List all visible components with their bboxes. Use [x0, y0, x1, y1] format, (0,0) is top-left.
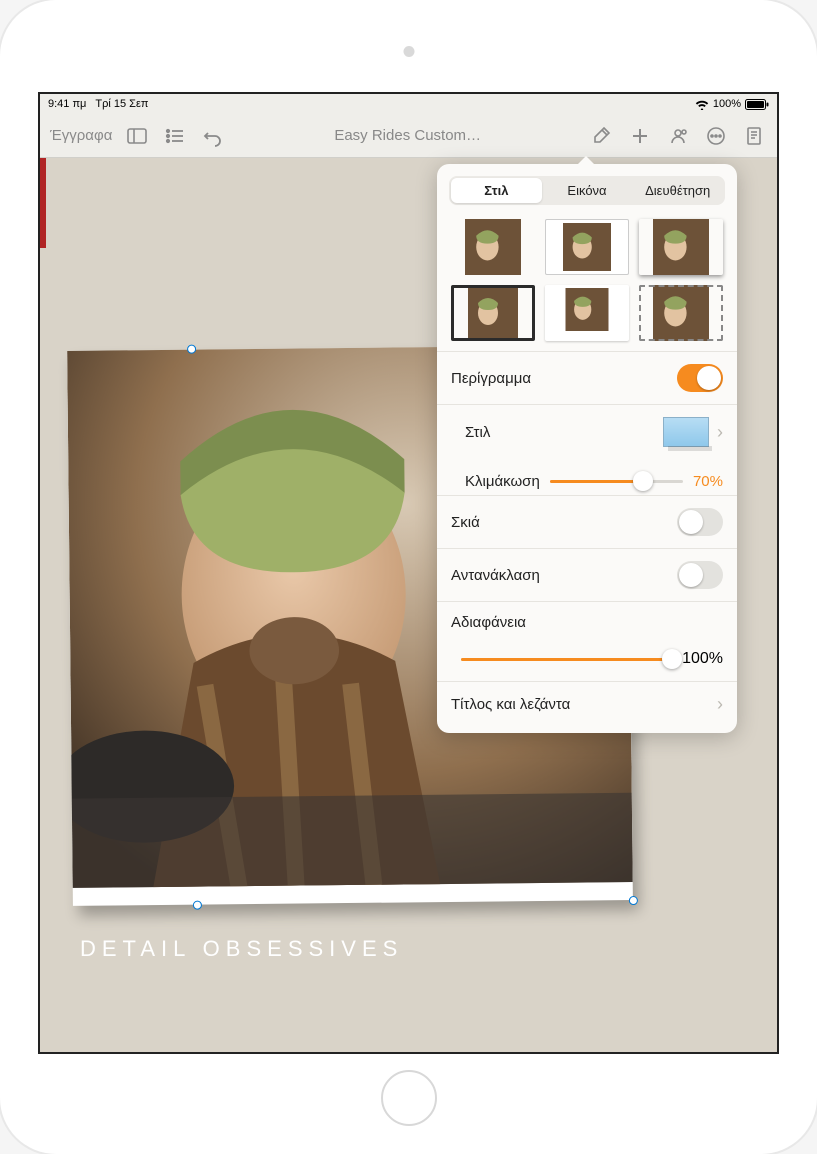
selection-handle-bottom-right[interactable] [629, 896, 638, 905]
style-presets-grid [437, 215, 737, 351]
scale-label: Κλιμάκωση [465, 473, 540, 490]
style-preset-1[interactable] [451, 219, 535, 275]
selection-handle-bottom[interactable] [193, 901, 202, 910]
status-date: Τρί 15 Σεπ [95, 98, 148, 110]
screen: 9:41 πμ Τρί 15 Σεπ 100% Έγγραφα [38, 92, 779, 1054]
status-bar: 9:41 πμ Τρί 15 Σεπ 100% [40, 94, 777, 114]
wifi-icon [695, 99, 709, 110]
chevron-right-icon: › [717, 422, 723, 443]
reflection-label: Αντανάκλαση [451, 567, 540, 584]
opacity-row: 100% [437, 643, 737, 681]
chevron-right-icon: › [717, 694, 723, 715]
tab-arrange[interactable]: Διευθέτηση [632, 178, 723, 203]
tab-image[interactable]: Εικόνα [542, 178, 633, 203]
document-title[interactable]: Easy Rides Custom… [238, 127, 577, 144]
status-battery-pct: 100% [713, 98, 741, 110]
scale-row: Κλιμάκωση 70% [437, 459, 737, 495]
undo-icon[interactable] [200, 123, 226, 149]
style-preset-2[interactable] [545, 219, 629, 275]
home-button[interactable] [381, 1070, 437, 1126]
style-preset-4[interactable] [451, 285, 535, 341]
red-accent-bar [40, 158, 46, 248]
opacity-label: Αδιαφάνεια [451, 614, 526, 631]
scale-value[interactable]: 70% [693, 473, 723, 490]
caption-text: DETAIL OBSESSIVES [70, 918, 630, 980]
title-caption-label: Τίτλος και λεζάντα [451, 696, 570, 713]
more-icon[interactable] [703, 123, 729, 149]
battery-icon [745, 99, 769, 110]
shadow-toggle[interactable] [677, 508, 723, 536]
tab-style[interactable]: Στιλ [451, 178, 542, 203]
ipad-device-frame: 9:41 πμ Τρί 15 Σεπ 100% Έγγραφα [0, 0, 817, 1154]
documents-back-button[interactable]: Έγγραφα [50, 127, 112, 144]
scale-slider[interactable] [550, 471, 683, 491]
opacity-slider[interactable] [461, 649, 672, 669]
sidebar-toggle-icon[interactable] [124, 123, 150, 149]
format-brush-icon[interactable] [589, 123, 615, 149]
style-preset-3[interactable] [639, 219, 723, 275]
status-time: 9:41 πμ [48, 98, 86, 110]
outline-toggle[interactable] [677, 364, 723, 392]
outline-label: Περίγραμμα [451, 370, 531, 387]
selection-handle-top[interactable] [187, 345, 196, 354]
shadow-row: Σκιά [437, 495, 737, 548]
border-style-swatch [663, 417, 709, 447]
list-icon[interactable] [162, 123, 188, 149]
outline-row: Περίγραμμα [437, 351, 737, 404]
opacity-value[interactable]: 100% [682, 650, 723, 668]
toolbar: Έγγραφα Easy Rides Custom… [40, 114, 777, 158]
status-right: 100% [695, 98, 769, 110]
format-popover: Στιλ Εικόνα Διευθέτηση Περίγραμμα Στιλ [437, 164, 737, 733]
border-style-row[interactable]: Στιλ › [437, 404, 737, 459]
style-preset-6[interactable] [639, 285, 723, 341]
reflection-row: Αντανάκλαση [437, 548, 737, 601]
format-tabs: Στιλ Εικόνα Διευθέτηση [449, 176, 725, 205]
style-preset-5[interactable] [545, 285, 629, 341]
camera-dot [403, 46, 414, 57]
collaborate-icon[interactable] [665, 123, 691, 149]
status-left: 9:41 πμ Τρί 15 Σεπ [48, 98, 148, 110]
title-caption-row[interactable]: Τίτλος και λεζάντα › [437, 681, 737, 727]
opacity-row-label: Αδιαφάνεια [437, 601, 737, 643]
document-settings-icon[interactable] [741, 123, 767, 149]
shadow-label: Σκιά [451, 514, 480, 531]
reflection-toggle[interactable] [677, 561, 723, 589]
border-style-label: Στιλ [465, 424, 490, 441]
add-icon[interactable] [627, 123, 653, 149]
